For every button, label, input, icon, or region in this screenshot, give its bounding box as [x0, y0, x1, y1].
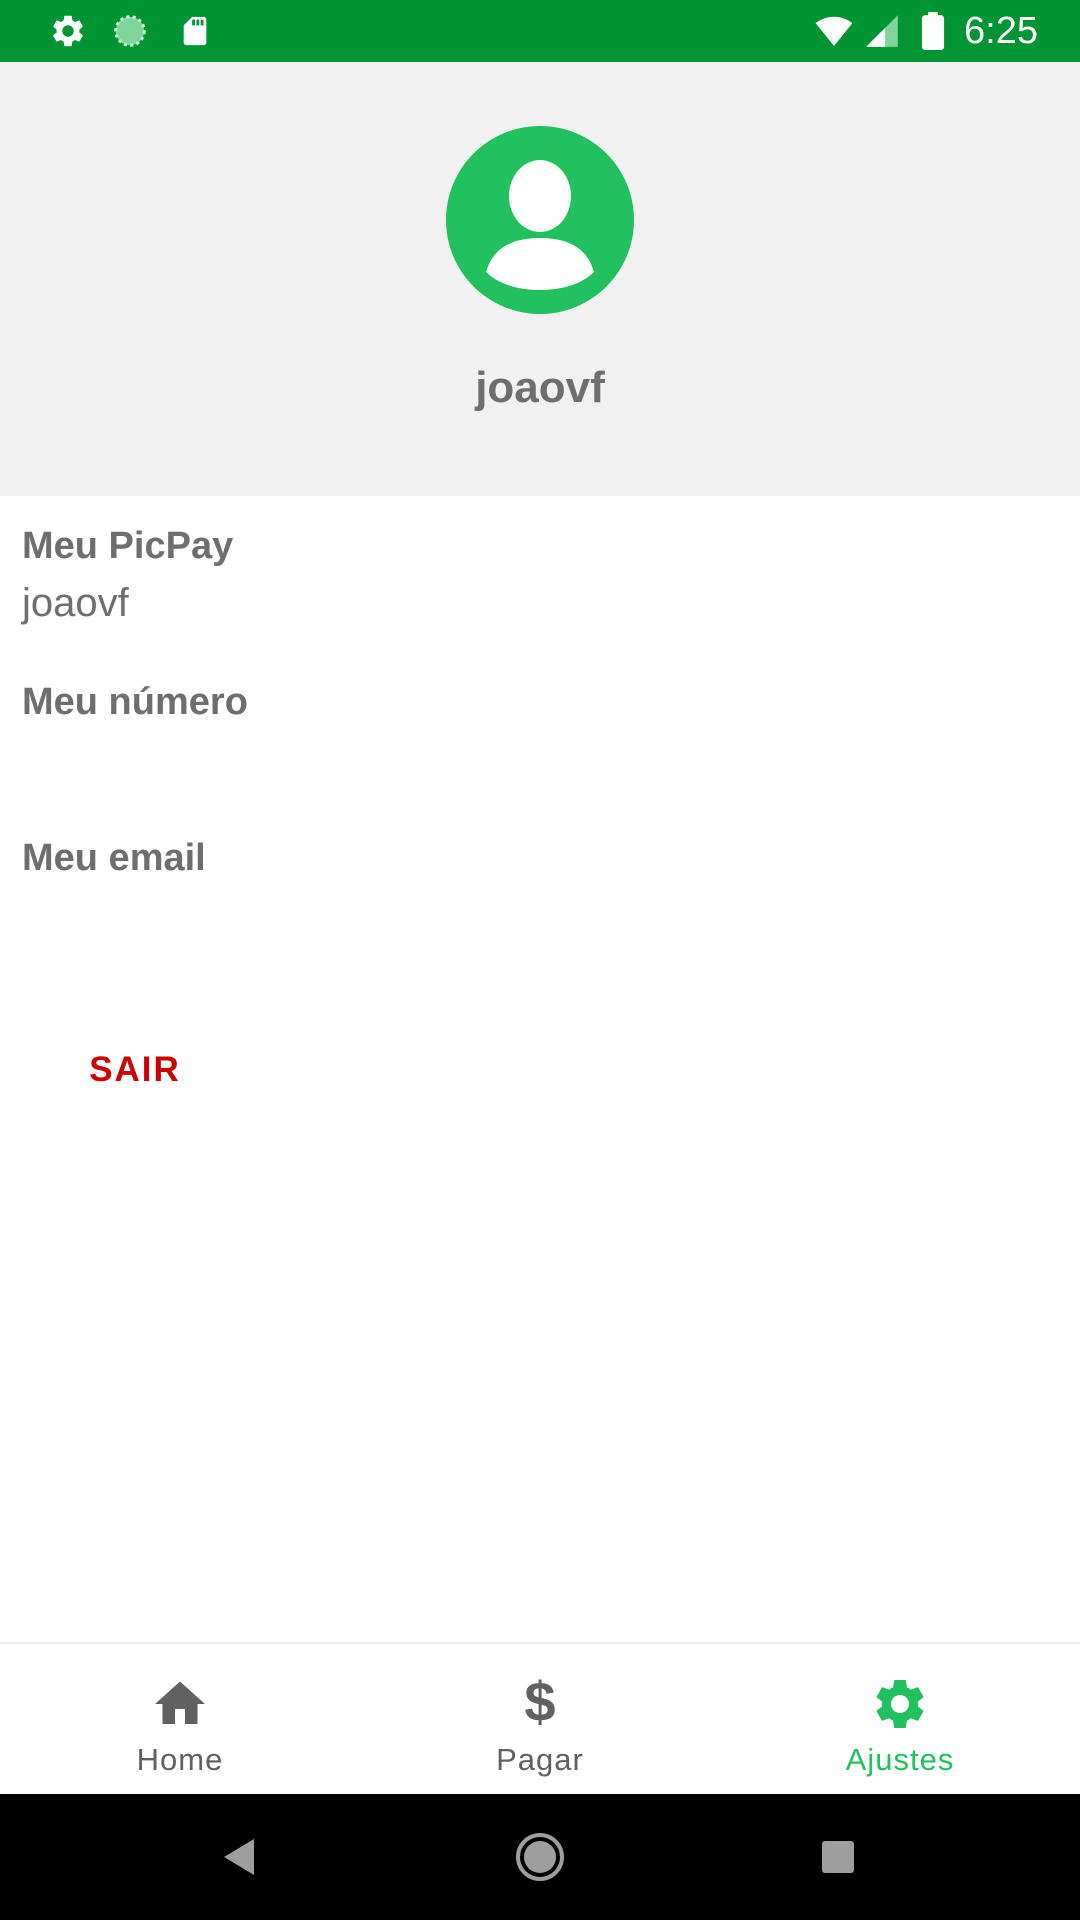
battery-icon — [921, 12, 945, 50]
home-icon — [155, 1681, 205, 1724]
recents-icon[interactable] — [808, 1827, 868, 1887]
logout-button[interactable]: SAIR — [60, 1030, 210, 1110]
gear-icon — [876, 1680, 924, 1728]
nav-tab-settings[interactable]: Ajustes — [720, 1644, 1080, 1794]
system-navigation-bar — [0, 1794, 1080, 1920]
status-bar: 6:25 — [0, 0, 1080, 62]
gear-icon — [53, 15, 83, 47]
back-icon[interactable] — [210, 1827, 270, 1887]
nav-tab-settings-label: Ajustes — [845, 1742, 955, 1777]
email-label: Meu email — [22, 837, 206, 879]
wifi-icon — [815, 16, 853, 47]
nav-tab-pay[interactable]: $ Pagar — [360, 1644, 720, 1794]
profile-username: joaovf — [475, 363, 605, 412]
picpay-label: Meu PicPay — [22, 525, 234, 567]
user-avatar-icon[interactable] — [446, 126, 634, 314]
nav-tab-pay-label: Pagar — [496, 1742, 584, 1777]
bottom-navigation: Home $ Pagar Ajustes — [0, 1642, 1080, 1794]
sync-icon — [114, 15, 146, 47]
home-circle-icon[interactable] — [510, 1827, 570, 1887]
dollar-icon: $ — [524, 1670, 556, 1733]
clock: 6:25 — [964, 10, 1038, 52]
nav-tab-home-label: Home — [136, 1742, 224, 1777]
picpay-value: joaovf — [22, 581, 129, 625]
nav-tab-home[interactable]: Home — [0, 1644, 360, 1794]
signal-icon — [866, 15, 898, 47]
phone-label: Meu número — [22, 681, 248, 723]
sd-card-icon — [183, 16, 207, 46]
profile-header: joaovf — [0, 62, 1080, 496]
